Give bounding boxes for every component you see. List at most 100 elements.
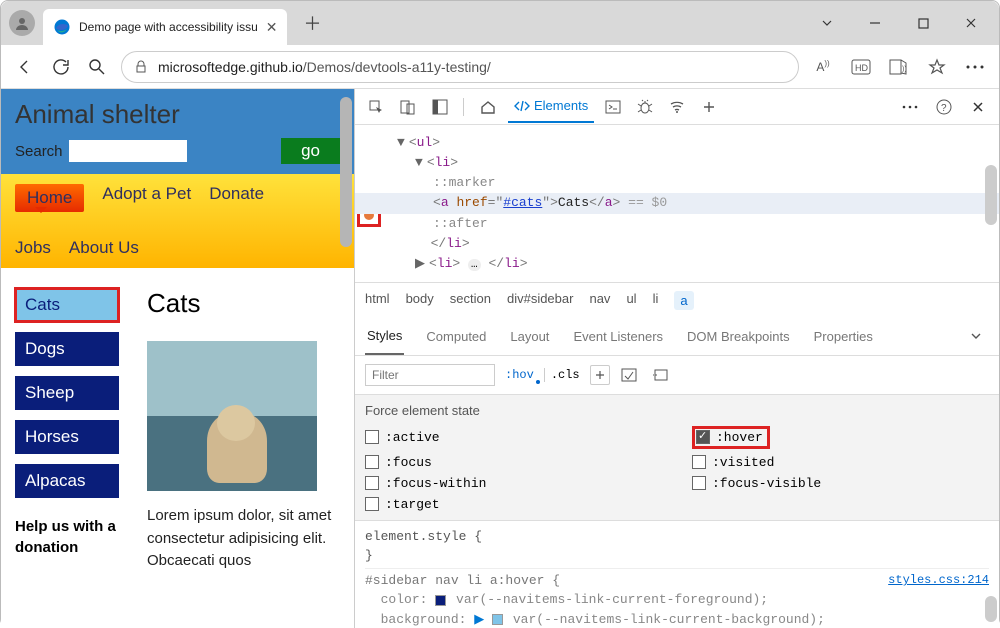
breadcrumb-item[interactable]: html: [365, 291, 390, 310]
devtools-more-icon[interactable]: [897, 94, 923, 120]
sidebar: Cats Dogs Sheep Horses Alpacas Help us w…: [15, 288, 119, 573]
rendering-icon[interactable]: [648, 362, 674, 388]
elements-tab[interactable]: Elements: [508, 90, 594, 123]
selected-dom-node[interactable]: <a href="#cats">Cats</a> == $0: [355, 193, 999, 213]
properties-tab[interactable]: Properties: [812, 319, 875, 354]
styles-rules[interactable]: element.style { } styles.css:214 #sideba…: [355, 521, 999, 628]
computed-tab[interactable]: Computed: [424, 319, 488, 354]
site-title: Animal shelter: [15, 99, 340, 130]
dom-breadcrumbs: html body section div#sidebar nav ul li …: [355, 282, 999, 318]
breadcrumb-item[interactable]: section: [450, 291, 491, 310]
styles-filter-input[interactable]: [365, 364, 495, 386]
maximize-button[interactable]: [903, 8, 943, 38]
back-button[interactable]: [13, 55, 37, 79]
sidebar-item-sheep[interactable]: Sheep: [15, 376, 119, 410]
styles-tab[interactable]: Styles: [365, 318, 404, 355]
edge-favicon-icon: [53, 18, 71, 36]
breadcrumb-item[interactable]: nav: [589, 291, 610, 310]
minimize-button[interactable]: [855, 8, 895, 38]
source-link[interactable]: styles.css:214: [888, 571, 989, 589]
nav-adopt[interactable]: Adopt a Pet: [102, 184, 191, 212]
welcome-tab[interactable]: [474, 92, 502, 122]
bug-icon[interactable]: [632, 94, 658, 120]
state-visited[interactable]: :visited: [692, 455, 989, 470]
article: Cats Lorem ipsum dolor, sit amet consect…: [147, 288, 340, 573]
nav-home[interactable]: Home: [15, 184, 84, 212]
force-element-state: Force element state :active :hover :focu…: [355, 395, 999, 521]
console-tab-icon[interactable]: [600, 94, 626, 120]
dock-icon[interactable]: [427, 94, 453, 120]
breadcrumb-item[interactable]: div#sidebar: [507, 291, 574, 310]
tab-title: Demo page with accessibility issu: [79, 20, 258, 34]
dom-tree[interactable]: ▼<ul> ▼<li> ::marker <a href="#cats">Cat…: [355, 125, 999, 282]
inspect-icon[interactable]: [363, 94, 389, 120]
color-swatch-icon[interactable]: [435, 595, 446, 606]
hd-icon[interactable]: HD: [849, 55, 873, 79]
page-content: Animal shelter Search go Home Adopt a Pe…: [1, 89, 354, 628]
force-state-title: Force element state: [365, 403, 989, 418]
state-focus-within[interactable]: :focus-within: [365, 476, 662, 491]
more-icon[interactable]: [963, 55, 987, 79]
state-focus[interactable]: :focus: [365, 455, 662, 470]
sidebar-item-horses[interactable]: Horses: [15, 420, 119, 454]
styles-scrollbar[interactable]: [985, 596, 997, 622]
nav-about[interactable]: About Us: [69, 238, 139, 258]
url-text: microsoftedge.github.io/Demos/devtools-a…: [158, 59, 491, 75]
breadcrumb-item[interactable]: a: [674, 291, 693, 310]
devtools-close-icon[interactable]: [965, 94, 991, 120]
devtools-toolbar: Elements ?: [355, 89, 999, 125]
breadcrumb-item[interactable]: ul: [626, 291, 636, 310]
nav-jobs[interactable]: Jobs: [15, 238, 51, 258]
reader-icon[interactable]: )): [887, 55, 911, 79]
sidebar-item-cats[interactable]: Cats: [15, 288, 119, 322]
state-focus-visible[interactable]: :focus-visible: [692, 476, 989, 491]
svg-text:?: ?: [941, 103, 947, 114]
tab-close-icon[interactable]: ✕: [266, 19, 278, 36]
article-title: Cats: [147, 288, 340, 319]
dom-scrollbar[interactable]: [985, 165, 997, 225]
sidebar-item-alpacas[interactable]: Alpacas: [15, 464, 119, 498]
computed-sidebar-icon[interactable]: [616, 362, 642, 388]
dombreakpoints-tab[interactable]: DOM Breakpoints: [685, 319, 792, 354]
styles-tabs: Styles Computed Layout Event Listeners D…: [355, 318, 999, 356]
search-label: Search: [15, 143, 63, 160]
read-aloud-icon[interactable]: A)): [811, 55, 835, 79]
article-body: Lorem ipsum dolor, sit amet consectetur …: [147, 505, 340, 573]
nav-donate[interactable]: Donate: [209, 184, 264, 212]
page-scrollbar[interactable]: [340, 97, 352, 247]
color-swatch-icon[interactable]: [492, 614, 503, 625]
new-style-rule-icon[interactable]: [590, 365, 610, 385]
hov-toggle[interactable]: :hov: [501, 368, 538, 382]
listeners-tab[interactable]: Event Listeners: [571, 319, 665, 354]
help-icon[interactable]: ?: [931, 94, 957, 120]
sidebar-item-dogs[interactable]: Dogs: [15, 332, 119, 366]
network-icon[interactable]: [664, 94, 690, 120]
dropdown-caret-icon[interactable]: [807, 8, 847, 38]
search-icon[interactable]: [85, 55, 109, 79]
cat-image: [147, 341, 317, 491]
styles-filter-row: :hov .cls: [355, 356, 999, 395]
cls-toggle[interactable]: .cls: [544, 368, 584, 382]
profile-avatar-icon[interactable]: [9, 10, 35, 36]
state-target[interactable]: :target: [365, 497, 662, 512]
go-button[interactable]: go: [281, 138, 340, 164]
breadcrumb-item[interactable]: body: [406, 291, 434, 310]
favorite-icon[interactable]: [925, 55, 949, 79]
chevron-down-icon[interactable]: [963, 323, 989, 349]
donation-text: Help us with a donation: [15, 516, 119, 558]
device-icon[interactable]: [395, 94, 421, 120]
refresh-button[interactable]: [49, 55, 73, 79]
browser-tab[interactable]: Demo page with accessibility issu ✕: [43, 9, 287, 45]
main-nav: Home Adopt a Pet Donate Jobs About Us: [1, 174, 354, 268]
close-window-button[interactable]: [951, 8, 991, 38]
state-hover[interactable]: :hover: [696, 430, 763, 445]
browser-titlebar: Demo page with accessibility issu ✕ ＋: [1, 1, 999, 45]
state-active[interactable]: :active: [365, 426, 662, 449]
new-tab-button[interactable]: ＋: [295, 6, 329, 40]
plus-tab-icon[interactable]: [696, 94, 722, 120]
state-hover-highlighted: :hover: [692, 426, 770, 449]
breadcrumb-item[interactable]: li: [653, 291, 659, 310]
layout-tab[interactable]: Layout: [508, 319, 551, 354]
address-bar[interactable]: microsoftedge.github.io/Demos/devtools-a…: [121, 51, 799, 83]
search-input[interactable]: [69, 140, 187, 162]
